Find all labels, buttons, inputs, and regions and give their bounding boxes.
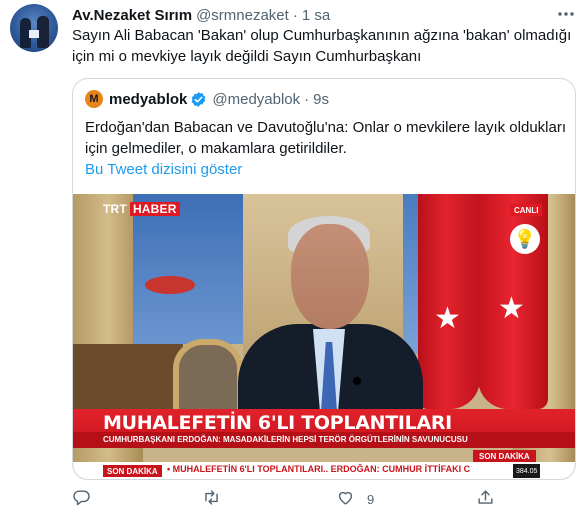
- retweet-button[interactable]: [202, 488, 221, 510]
- quoted-media-image[interactable]: ★ ★ TRT HABER CANLI 💡 MUHALEFETİN 6'LI T…: [73, 194, 575, 479]
- share-icon: [476, 488, 495, 510]
- breaking-news-tag: SON DAKİKA: [473, 450, 536, 462]
- tweet[interactable]: Av.Nezaket Sırım @srmnezaket · 1 sa Sayı…: [0, 0, 585, 520]
- like-icon: [336, 488, 355, 510]
- ticker-value: 384.05: [513, 464, 541, 478]
- lapel-microphone: [353, 377, 361, 385]
- party-logo-icon: 💡: [510, 224, 540, 254]
- quoted-tweet-header: M medyablok @medyablok · 9s: [85, 89, 329, 109]
- tweet-text: Sayın Ali Babacan 'Bakan' olup Cumhurbaş…: [72, 27, 572, 65]
- quoted-display-name: medyablok: [109, 90, 188, 108]
- flower-arrangement: [145, 276, 195, 294]
- verified-badge-icon: [190, 91, 207, 108]
- quoted-timestamp: 9s: [313, 90, 329, 108]
- ticker-tag: SON DAKİKA: [103, 465, 162, 477]
- window-left: [133, 194, 243, 344]
- flag-star-icon: ★: [498, 292, 525, 325]
- live-badge: CANLI: [510, 204, 543, 216]
- reply-icon: [72, 488, 91, 510]
- side-desk: [73, 344, 183, 414]
- turkish-flag: ★: [478, 194, 548, 409]
- person-face: [291, 224, 369, 329]
- separator-dot: ·: [292, 6, 298, 24]
- tweet-timestamp[interactable]: 1 sa: [302, 7, 330, 24]
- news-subline: CUMHURBAŞKANI ERDOĞAN: MASADAKİLERİN HEP…: [103, 435, 468, 444]
- avatar-document: [29, 30, 39, 38]
- channel-logo: TRT HABER: [103, 202, 180, 216]
- quoted-avatar: M: [85, 90, 103, 108]
- separator-dot: ·: [304, 90, 310, 108]
- quoted-user-handle: @medyablok: [212, 90, 301, 108]
- channel-subname: HABER: [129, 202, 180, 216]
- retweet-icon: [202, 488, 221, 510]
- display-name[interactable]: Av.Nezaket Sırım: [72, 7, 192, 24]
- like-count: 9: [367, 491, 375, 507]
- reply-button[interactable]: [72, 488, 91, 510]
- channel-name: TRT: [103, 202, 127, 216]
- avatar[interactable]: [10, 4, 58, 52]
- armchair: [173, 339, 243, 419]
- tweet-actions: 9: [72, 488, 502, 510]
- quoted-tweet-text: Erdoğan'dan Babacan ve Davutoğlu'na: Onl…: [85, 119, 567, 157]
- turkish-flag: ★: [418, 194, 480, 409]
- like-button[interactable]: 9: [336, 488, 374, 510]
- quoted-tweet[interactable]: M medyablok @medyablok · 9s Erdoğan'dan …: [72, 78, 576, 480]
- tweet-header: Av.Nezaket Sırım @srmnezaket · 1 sa: [72, 5, 330, 25]
- show-thread-link[interactable]: Bu Tweet dizisini göster: [85, 159, 242, 180]
- user-handle[interactable]: @srmnezaket: [196, 7, 289, 24]
- flag-star-icon: ★: [434, 302, 461, 335]
- more-icon[interactable]: [556, 6, 576, 22]
- ticker-text: • MUHALEFETİN 6'LI TOPLANTILARI.. ERDOĞA…: [167, 464, 471, 474]
- share-button[interactable]: [476, 488, 495, 510]
- news-headline: MUHALEFETİN 6'LI TOPLANTILARI: [103, 412, 452, 434]
